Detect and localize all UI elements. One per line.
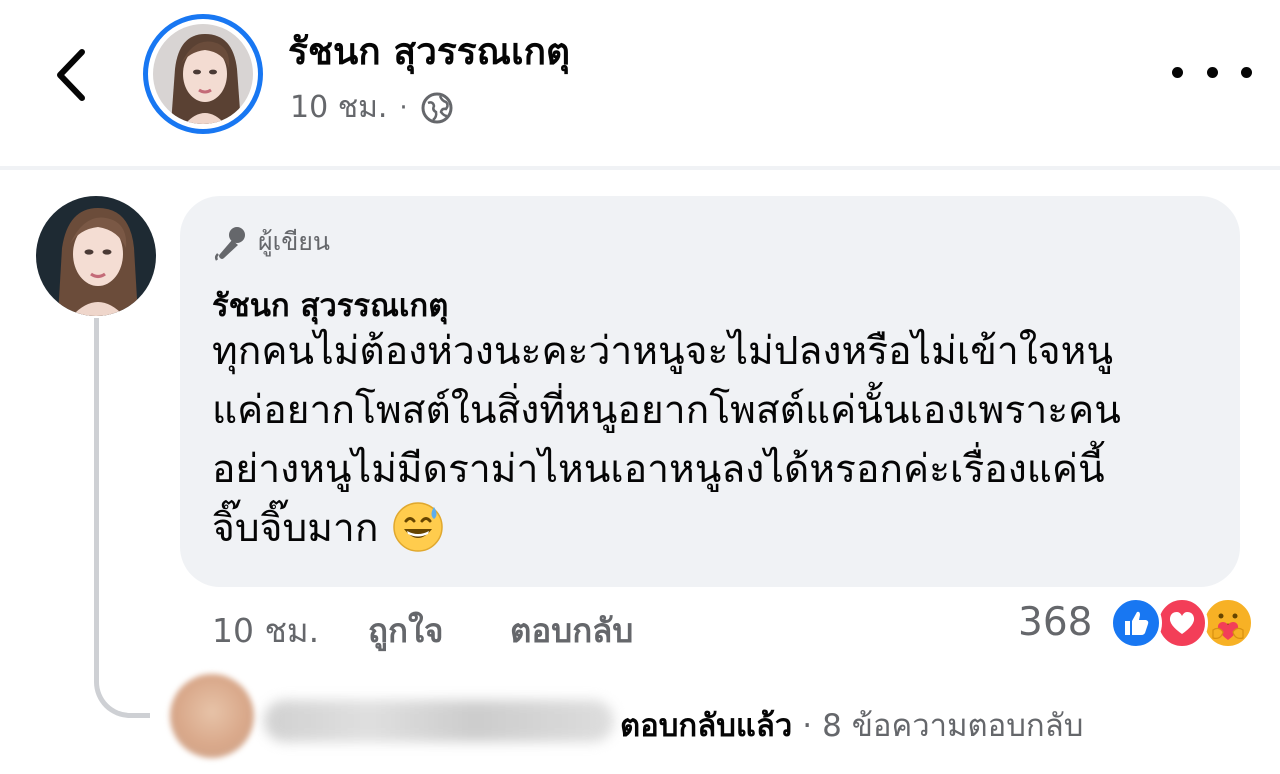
grinning-sweat-emoji — [392, 501, 444, 553]
avatar-photo — [153, 24, 253, 124]
comment-line: แค่อยากโพสต์ในสิ่งที่หนูอยากโพสต์แค่นั้น… — [212, 388, 1121, 433]
avatar-photo — [36, 196, 156, 316]
more-dot — [1206, 66, 1218, 78]
reply-button[interactable]: ตอบกลับ — [510, 604, 633, 657]
header-divider — [0, 166, 1280, 170]
meta-separator: · — [399, 92, 408, 123]
author-badge-label: ผู้เขียน — [258, 227, 331, 256]
love-reaction-icon — [1156, 597, 1208, 649]
author-avatar[interactable] — [143, 14, 263, 134]
view-replies-link[interactable]: ตอบกลับแล้ว · 8 ข้อความตอบกลับ — [620, 700, 1083, 750]
more-dot — [1241, 66, 1252, 78]
replies-count: 8 ข้อความตอบกลับ — [822, 708, 1084, 744]
commenter-avatar[interactable] — [36, 196, 156, 316]
globe-icon[interactable] — [420, 91, 454, 125]
reply-author-avatar[interactable] — [170, 674, 254, 758]
post-meta: 10 ชม. · — [290, 84, 454, 131]
comment-text: ทุกคนไม่ต้องห่วงนะคะว่าหนูจะไม่ปลงหรือไม… — [212, 322, 1222, 558]
chevron-left-icon — [57, 49, 85, 101]
author-name[interactable]: รัชนก สุวรรณเกตุ — [288, 22, 570, 81]
like-button[interactable]: ถูกใจ — [368, 604, 443, 657]
microphone-icon — [212, 223, 250, 261]
like-reaction-icon — [1110, 597, 1162, 649]
author-badge: ผู้เขียน — [212, 222, 330, 262]
comment-line: จิ๊บจิ๊บมาก — [212, 506, 379, 551]
comment-time[interactable]: 10 ชม. — [212, 604, 319, 657]
back-button[interactable] — [46, 40, 98, 110]
reply-thread-line — [94, 318, 150, 718]
reply-author-name-blurred[interactable] — [264, 700, 614, 742]
reaction-count[interactable]: 368 — [1018, 600, 1092, 645]
post-time[interactable]: 10 ชม. — [290, 84, 387, 131]
reaction-summary[interactable] — [1110, 597, 1260, 649]
more-options-button[interactable] — [1172, 52, 1252, 92]
post-header: รัชนก สุวรรณเกตุ 10 ชม. · — [0, 0, 1280, 166]
replies-separator: · — [802, 708, 813, 744]
replied-status: ตอบกลับแล้ว — [620, 708, 793, 744]
care-reaction-icon — [1202, 597, 1254, 649]
comment-line: ทุกคนไม่ต้องห่วงนะคะว่าหนูจะไม่ปลงหรือไม… — [212, 329, 1114, 374]
more-dots-icon — [1172, 66, 1183, 78]
comment-line-last: จิ๊บจิ๊บมาก — [212, 499, 1222, 558]
comment-line: อย่างหนูไม่มีดราม่าไหนเอาหนูลงได้หรอกค่ะ… — [212, 447, 1105, 492]
